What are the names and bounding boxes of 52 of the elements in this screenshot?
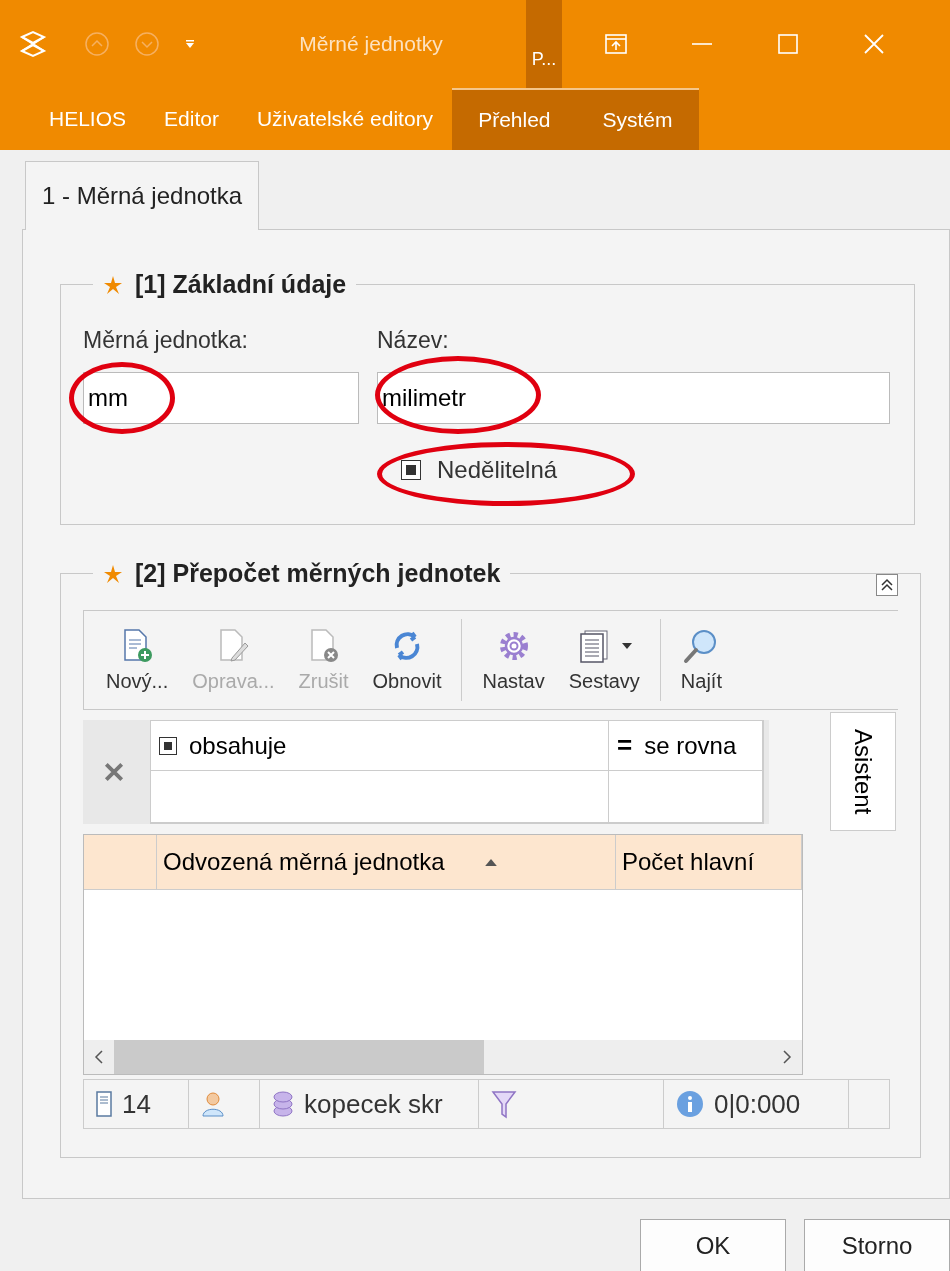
horizontal-scrollbar[interactable] xyxy=(84,1040,802,1074)
up-circle-icon[interactable] xyxy=(84,31,110,57)
page-tab[interactable]: 1 - Měrná jednotka xyxy=(25,161,260,230)
text-field[interactable]: milimetr xyxy=(377,372,890,424)
filter-input[interactable] xyxy=(609,771,763,823)
logo-icon xyxy=(18,29,48,59)
clear-filter-icon[interactable] xyxy=(103,761,125,783)
checkbox-label: Nedělitelná xyxy=(437,456,558,484)
operator-label: obsahuje xyxy=(189,731,287,760)
operator-label: se rovna xyxy=(644,731,737,760)
scrollbar-thumb[interactable] xyxy=(114,1040,484,1074)
collapse-icon[interactable] xyxy=(876,574,898,596)
dialog-button[interactable]: Storno xyxy=(804,1219,950,1271)
group-title: [2] Přepočet měrných jednotek xyxy=(135,559,501,588)
scroll-right-icon[interactable] xyxy=(782,1050,792,1064)
database-icon xyxy=(272,1090,294,1118)
caret-icon xyxy=(622,642,633,649)
toolbar-button[interactable]: Najít xyxy=(659,619,734,701)
column-header[interactable]: Počet hlavní xyxy=(616,835,802,889)
restore-icon[interactable] xyxy=(604,32,628,56)
column-header[interactable]: Odvozená měrná jednotka xyxy=(157,835,616,889)
toolbar-button[interactable]: Nastav xyxy=(461,619,557,701)
ribbon-tab[interactable]: Přehled xyxy=(452,88,577,150)
side-tab[interactable]: Asistent xyxy=(830,712,896,832)
maximize-icon[interactable] xyxy=(776,32,800,56)
group-title: [1] Základní údaje xyxy=(135,270,347,299)
dialog-button[interactable]: OK xyxy=(640,1219,786,1271)
database-user: kopecek skr xyxy=(304,1088,443,1120)
pinned-tab[interactable]: P... xyxy=(526,0,562,88)
checkbox[interactable] xyxy=(401,460,421,480)
window-title: Měrné jednotky xyxy=(298,32,444,56)
timing-readout: 0|0:000 xyxy=(714,1088,801,1120)
toolbar-button[interactable]: Nový... xyxy=(94,611,181,709)
scroll-left-icon[interactable] xyxy=(94,1050,104,1064)
operator-symbol: = xyxy=(617,730,633,761)
field-label: Měrná jednotka: xyxy=(83,327,249,354)
document-icon xyxy=(96,1091,112,1117)
toolbar-button[interactable]: Obnovit xyxy=(360,611,454,709)
sort-ascending-icon xyxy=(484,858,497,866)
filter-input[interactable] xyxy=(151,771,609,823)
user-icon xyxy=(201,1091,225,1117)
close-icon[interactable] xyxy=(862,32,886,56)
field-label: Název: xyxy=(377,327,450,354)
down-circle-icon[interactable] xyxy=(134,31,160,57)
info-icon xyxy=(676,1090,704,1118)
dropdown-icon[interactable] xyxy=(184,38,196,50)
text-field[interactable]: mm xyxy=(83,372,359,424)
contains-operator-icon xyxy=(159,736,177,755)
toolbar-button[interactable]: Sestavy xyxy=(556,611,652,709)
record-count: 14 xyxy=(122,1088,151,1120)
filter-icon[interactable] xyxy=(491,1089,517,1119)
ribbon-tab[interactable]: Systém xyxy=(576,88,699,150)
